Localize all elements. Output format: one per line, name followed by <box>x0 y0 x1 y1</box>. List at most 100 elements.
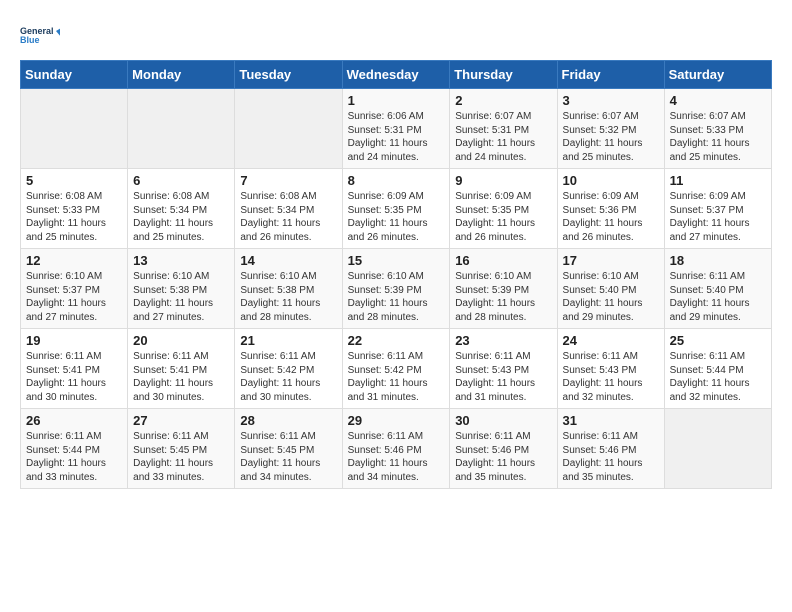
week-row-1: 1 Sunrise: 6:06 AMSunset: 5:31 PMDaylight… <box>21 89 772 169</box>
cell-sun-info: Sunrise: 6:11 AMSunset: 5:42 PMDaylight:… <box>240 350 336 404</box>
day-number: 9 <box>455 173 551 188</box>
cell-sun-info: Sunrise: 6:11 AMSunset: 5:41 PMDaylight:… <box>26 350 122 404</box>
day-number: 12 <box>26 253 122 268</box>
cell-sun-info: Sunrise: 6:11 AMSunset: 5:43 PMDaylight:… <box>455 350 551 404</box>
day-number: 11 <box>670 173 766 188</box>
weekday-header-wednesday: Wednesday <box>342 61 450 89</box>
calendar-cell: 29Sunrise: 6:11 AMSunset: 5:46 PMDayligh… <box>342 409 450 489</box>
day-number: 4 <box>670 93 766 108</box>
day-number: 16 <box>455 253 551 268</box>
day-number: 25 <box>670 333 766 348</box>
calendar-cell: 5 Sunrise: 6:08 AMSunset: 5:33 PMDaylight… <box>21 169 128 249</box>
calendar-cell: 21Sunrise: 6:11 AMSunset: 5:42 PMDayligh… <box>235 329 342 409</box>
calendar-cell: 24Sunrise: 6:11 AMSunset: 5:43 PMDayligh… <box>557 329 664 409</box>
calendar-cell <box>235 89 342 169</box>
day-number: 23 <box>455 333 551 348</box>
cell-sun-info: Sunrise: 6:07 AMSunset: 5:32 PMDaylight:… <box>563 110 659 164</box>
week-row-4: 19 Sunrise: 6:11 AMSunset: 5:41 PMDayligh… <box>21 329 772 409</box>
cell-sun-info: Sunrise: 6:11 AMSunset: 5:46 PMDaylight:… <box>455 430 551 484</box>
calendar-cell: 31 Sunrise: 6:11 AMSunset: 5:46 PMDayligh… <box>557 409 664 489</box>
calendar-cell: 1 Sunrise: 6:06 AMSunset: 5:31 PMDaylight… <box>342 89 450 169</box>
day-number: 24 <box>563 333 659 348</box>
weekday-header-thursday: Thursday <box>450 61 557 89</box>
calendar-cell: 8 Sunrise: 6:09 AMSunset: 5:35 PMDaylight… <box>342 169 450 249</box>
calendar-cell <box>128 89 235 169</box>
day-number: 27 <box>133 413 229 428</box>
day-number: 1 <box>348 93 445 108</box>
calendar-cell: 16 Sunrise: 6:10 AMSunset: 5:39 PMDayligh… <box>450 249 557 329</box>
cell-sun-info: Sunrise: 6:08 AMSunset: 5:33 PMDaylight:… <box>26 190 122 244</box>
weekday-header-friday: Friday <box>557 61 664 89</box>
calendar-cell: 6 Sunrise: 6:08 AMSunset: 5:34 PMDaylight… <box>128 169 235 249</box>
calendar-cell: 22 Sunrise: 6:11 AMSunset: 5:42 PMDayligh… <box>342 329 450 409</box>
page-header: General Blue <box>20 20 772 50</box>
weekday-header-sunday: Sunday <box>21 61 128 89</box>
calendar-cell: 18Sunrise: 6:11 AMSunset: 5:40 PMDayligh… <box>664 249 771 329</box>
day-number: 19 <box>26 333 122 348</box>
calendar-cell: 23 Sunrise: 6:11 AMSunset: 5:43 PMDayligh… <box>450 329 557 409</box>
cell-sun-info: Sunrise: 6:09 AMSunset: 5:36 PMDaylight:… <box>563 190 659 244</box>
day-number: 22 <box>348 333 445 348</box>
day-number: 14 <box>240 253 336 268</box>
calendar-cell: 10Sunrise: 6:09 AMSunset: 5:36 PMDayligh… <box>557 169 664 249</box>
cell-sun-info: Sunrise: 6:11 AMSunset: 5:46 PMDaylight:… <box>563 430 659 484</box>
calendar-cell: 13 Sunrise: 6:10 AMSunset: 5:38 PMDayligh… <box>128 249 235 329</box>
calendar-cell: 15 Sunrise: 6:10 AMSunset: 5:39 PMDayligh… <box>342 249 450 329</box>
cell-sun-info: Sunrise: 6:11 AMSunset: 5:40 PMDaylight:… <box>670 270 766 324</box>
day-number: 26 <box>26 413 122 428</box>
cell-sun-info: Sunrise: 6:09 AMSunset: 5:35 PMDaylight:… <box>348 190 445 244</box>
calendar-cell: 3 Sunrise: 6:07 AMSunset: 5:32 PMDaylight… <box>557 89 664 169</box>
cell-sun-info: Sunrise: 6:11 AMSunset: 5:45 PMDaylight:… <box>240 430 336 484</box>
calendar-cell: 9 Sunrise: 6:09 AMSunset: 5:35 PMDaylight… <box>450 169 557 249</box>
cell-sun-info: Sunrise: 6:07 AMSunset: 5:31 PMDaylight:… <box>455 110 551 164</box>
day-number: 17 <box>563 253 659 268</box>
calendar-cell: 20 Sunrise: 6:11 AMSunset: 5:41 PMDayligh… <box>128 329 235 409</box>
day-number: 28 <box>240 413 336 428</box>
calendar-cell <box>664 409 771 489</box>
week-row-2: 5 Sunrise: 6:08 AMSunset: 5:33 PMDaylight… <box>21 169 772 249</box>
calendar-cell <box>21 89 128 169</box>
calendar-cell: 26 Sunrise: 6:11 AMSunset: 5:44 PMDayligh… <box>21 409 128 489</box>
day-number: 31 <box>563 413 659 428</box>
cell-sun-info: Sunrise: 6:07 AMSunset: 5:33 PMDaylight:… <box>670 110 766 164</box>
weekday-header-row: SundayMondayTuesdayWednesdayThursdayFrid… <box>21 61 772 89</box>
day-number: 13 <box>133 253 229 268</box>
cell-sun-info: Sunrise: 6:11 AMSunset: 5:46 PMDaylight:… <box>348 430 445 484</box>
cell-sun-info: Sunrise: 6:06 AMSunset: 5:31 PMDaylight:… <box>348 110 445 164</box>
cell-sun-info: Sunrise: 6:08 AMSunset: 5:34 PMDaylight:… <box>133 190 229 244</box>
week-row-5: 26 Sunrise: 6:11 AMSunset: 5:44 PMDayligh… <box>21 409 772 489</box>
cell-sun-info: Sunrise: 6:10 AMSunset: 5:39 PMDaylight:… <box>455 270 551 324</box>
calendar-table: SundayMondayTuesdayWednesdayThursdayFrid… <box>20 60 772 489</box>
weekday-header-saturday: Saturday <box>664 61 771 89</box>
calendar-cell: 30Sunrise: 6:11 AMSunset: 5:46 PMDayligh… <box>450 409 557 489</box>
day-number: 8 <box>348 173 445 188</box>
calendar-cell: 19 Sunrise: 6:11 AMSunset: 5:41 PMDayligh… <box>21 329 128 409</box>
weekday-header-tuesday: Tuesday <box>235 61 342 89</box>
calendar-cell: 4 Sunrise: 6:07 AMSunset: 5:33 PMDaylight… <box>664 89 771 169</box>
calendar-cell: 12Sunrise: 6:10 AMSunset: 5:37 PMDayligh… <box>21 249 128 329</box>
weekday-header-monday: Monday <box>128 61 235 89</box>
cell-sun-info: Sunrise: 6:08 AMSunset: 5:34 PMDaylight:… <box>240 190 336 244</box>
cell-sun-info: Sunrise: 6:10 AMSunset: 5:39 PMDaylight:… <box>348 270 445 324</box>
cell-sun-info: Sunrise: 6:11 AMSunset: 5:44 PMDaylight:… <box>670 350 766 404</box>
cell-sun-info: Sunrise: 6:11 AMSunset: 5:41 PMDaylight:… <box>133 350 229 404</box>
calendar-cell: 17Sunrise: 6:10 AMSunset: 5:40 PMDayligh… <box>557 249 664 329</box>
calendar-cell: 25 Sunrise: 6:11 AMSunset: 5:44 PMDayligh… <box>664 329 771 409</box>
svg-text:General: General <box>20 26 54 36</box>
day-number: 5 <box>26 173 122 188</box>
day-number: 15 <box>348 253 445 268</box>
cell-sun-info: Sunrise: 6:11 AMSunset: 5:44 PMDaylight:… <box>26 430 122 484</box>
cell-sun-info: Sunrise: 6:09 AMSunset: 5:35 PMDaylight:… <box>455 190 551 244</box>
cell-sun-info: Sunrise: 6:10 AMSunset: 5:38 PMDaylight:… <box>133 270 229 324</box>
day-number: 6 <box>133 173 229 188</box>
cell-sun-info: Sunrise: 6:11 AMSunset: 5:42 PMDaylight:… <box>348 350 445 404</box>
day-number: 7 <box>240 173 336 188</box>
calendar-cell: 14Sunrise: 6:10 AMSunset: 5:38 PMDayligh… <box>235 249 342 329</box>
logo: General Blue <box>20 20 60 50</box>
cell-sun-info: Sunrise: 6:11 AMSunset: 5:45 PMDaylight:… <box>133 430 229 484</box>
day-number: 20 <box>133 333 229 348</box>
calendar-cell: 7 Sunrise: 6:08 AMSunset: 5:34 PMDaylight… <box>235 169 342 249</box>
calendar-cell: 28 Sunrise: 6:11 AMSunset: 5:45 PMDayligh… <box>235 409 342 489</box>
cell-sun-info: Sunrise: 6:09 AMSunset: 5:37 PMDaylight:… <box>670 190 766 244</box>
day-number: 3 <box>563 93 659 108</box>
